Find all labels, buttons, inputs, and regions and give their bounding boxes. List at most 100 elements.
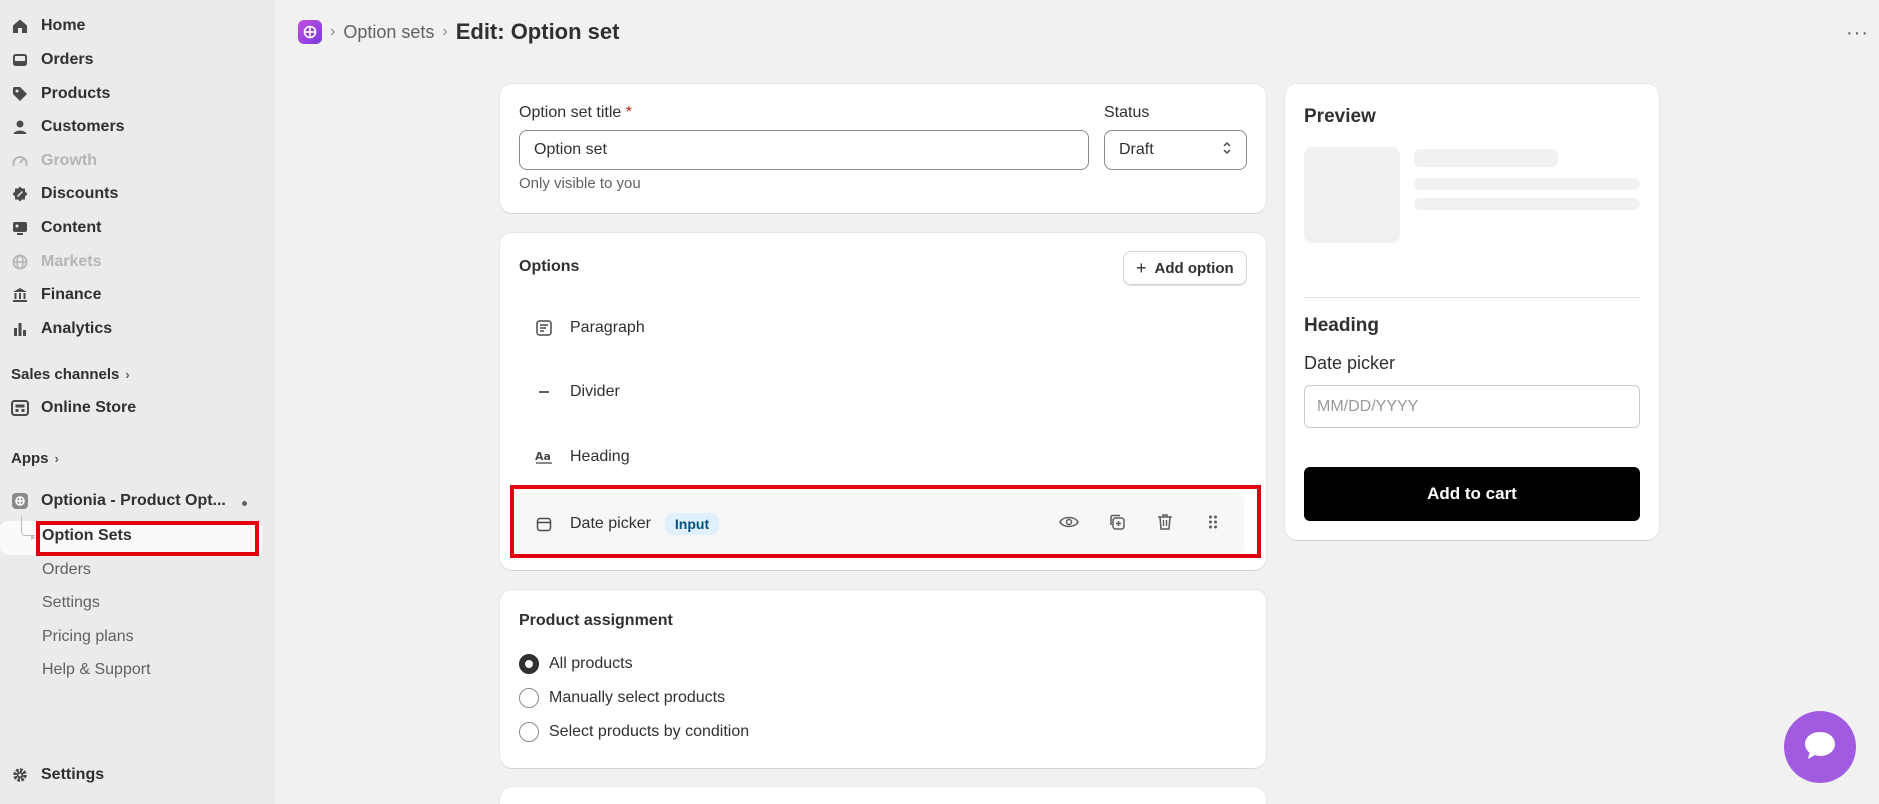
home-icon (11, 17, 29, 35)
divider-icon (534, 382, 554, 402)
nav-discounts[interactable]: Discounts (0, 178, 262, 210)
radio-label: All products (549, 655, 633, 672)
bank-icon (11, 286, 29, 304)
status-select[interactable]: Draft (1104, 130, 1247, 170)
nav-home-label: Home (41, 17, 86, 34)
preview-heading: Heading (1304, 315, 1379, 336)
nav-products-label: Products (41, 85, 111, 102)
nav-app-orders[interactable]: Orders (0, 554, 262, 586)
breadcrumb-option-sets[interactable]: Option sets (343, 22, 434, 43)
app-logo-icon[interactable] (298, 20, 322, 44)
next-card (500, 787, 1266, 804)
bar-chart-icon (11, 320, 29, 338)
gear-icon (11, 766, 29, 784)
plus-icon: + (1136, 257, 1147, 278)
option-row-paragraph[interactable]: Paragraph (512, 300, 1244, 356)
option-label: Divider (570, 383, 620, 400)
gauge-icon (11, 152, 29, 170)
radio-all-products[interactable]: All products (519, 654, 633, 674)
breadcrumb: › Option sets › Edit: Option set (298, 16, 619, 48)
nav-analytics[interactable]: Analytics (0, 313, 262, 345)
title-label: Option set title * (519, 104, 632, 122)
discount-icon (11, 185, 29, 203)
nav-home[interactable]: Home (0, 10, 262, 42)
nav-customers-label: Customers (41, 118, 125, 135)
nav-content-label: Content (41, 219, 102, 236)
preview-date-input[interactable]: MM/DD/YYYY (1304, 385, 1640, 428)
nav-app-orders-label: Orders (42, 561, 91, 578)
nav-pricing-plans-label: Pricing plans (42, 628, 134, 645)
nav-help-support[interactable]: Help & Support (0, 654, 262, 686)
person-icon (11, 118, 29, 136)
sales-channels-section[interactable]: Sales channels › (11, 366, 130, 383)
chevron-right-icon: › (125, 367, 130, 382)
sidebar: Home Orders Products Customers Growth Di… (0, 0, 275, 804)
nav-discounts-label: Discounts (41, 185, 119, 202)
radio-checked-icon (519, 654, 539, 674)
globe-icon (11, 253, 29, 271)
nav-online-store-label: Online Store (41, 399, 137, 416)
options-heading: Options (519, 258, 580, 275)
highlight-date-picker (510, 485, 1261, 558)
add-to-cart-button[interactable]: Add to cart (1304, 467, 1640, 521)
assignment-heading: Product assignment (519, 612, 673, 629)
nav-app-settings[interactable]: Settings (0, 587, 262, 619)
skeleton-line (1414, 198, 1640, 210)
store-icon (11, 399, 29, 417)
radio-manually-select[interactable]: Manually select products (519, 688, 725, 708)
radio-unchecked-icon (519, 722, 539, 742)
chat-icon (1803, 729, 1837, 766)
nav-help-support-label: Help & Support (42, 661, 151, 678)
nav-orders[interactable]: Orders (0, 44, 262, 76)
chevron-right-icon: › (54, 451, 59, 466)
nav-finance[interactable]: Finance (0, 279, 262, 311)
preview-title: Preview (1304, 106, 1376, 127)
nav-pricing-plans[interactable]: Pricing plans (0, 621, 262, 653)
radio-by-condition[interactable]: Select products by condition (519, 722, 749, 742)
nav-online-store[interactable]: Online Store (0, 392, 262, 424)
paragraph-icon (534, 318, 554, 338)
skeleton-image (1304, 147, 1400, 243)
app-icon (11, 492, 29, 510)
sales-channels-label: Sales channels (11, 366, 120, 383)
apps-section[interactable]: Apps › (11, 450, 59, 467)
chat-button[interactable] (1784, 711, 1856, 783)
required-mark: * (625, 104, 632, 121)
add-option-label: Add option (1154, 259, 1234, 277)
nav-growth[interactable]: Growth (0, 145, 262, 177)
radio-unchecked-icon (519, 688, 539, 708)
nav-finance-label: Finance (41, 286, 102, 303)
breadcrumb-separator: › (330, 23, 336, 40)
nav-settings[interactable]: Settings (0, 759, 262, 791)
option-label: Paragraph (570, 319, 645, 336)
skeleton-line (1414, 178, 1640, 190)
preview-divider (1304, 297, 1640, 298)
app-pin-dot (242, 501, 247, 506)
nav-settings-label: Settings (41, 766, 105, 783)
highlight-option-sets (36, 521, 259, 556)
preview-field-label: Date picker (1304, 353, 1396, 373)
image-icon (11, 219, 29, 237)
radio-label: Select products by condition (549, 723, 750, 740)
nav-content[interactable]: Content (0, 212, 262, 244)
radio-label: Manually select products (549, 689, 726, 706)
nav-orders-label: Orders (41, 51, 94, 68)
nav-customers[interactable]: Customers (0, 111, 262, 143)
svg-text:Aa: Aa (535, 450, 551, 463)
nav-app-optionia[interactable]: Optionia - Product Opt... (0, 485, 262, 517)
more-actions-icon[interactable]: ··· (1846, 22, 1869, 45)
option-row-divider[interactable]: Divider (512, 364, 1244, 420)
nav-products[interactable]: Products (0, 78, 262, 110)
nav-markets-label: Markets (41, 253, 102, 270)
heading-icon: Aa (534, 447, 554, 467)
option-set-title-input[interactable]: Option set (519, 130, 1089, 170)
status-value: Draft (1119, 141, 1154, 158)
select-arrows-icon (1222, 140, 1232, 161)
nav-app-settings-label: Settings (42, 594, 100, 611)
nav-markets[interactable]: Markets (0, 246, 262, 278)
status-label: Status (1104, 104, 1150, 121)
add-option-button[interactable]: + Add option (1123, 251, 1247, 285)
option-row-heading[interactable]: Aa Heading (512, 429, 1244, 485)
nav-app-optionia-label: Optionia - Product Opt... (41, 492, 226, 509)
title-helper-text: Only visible to you (519, 175, 641, 192)
